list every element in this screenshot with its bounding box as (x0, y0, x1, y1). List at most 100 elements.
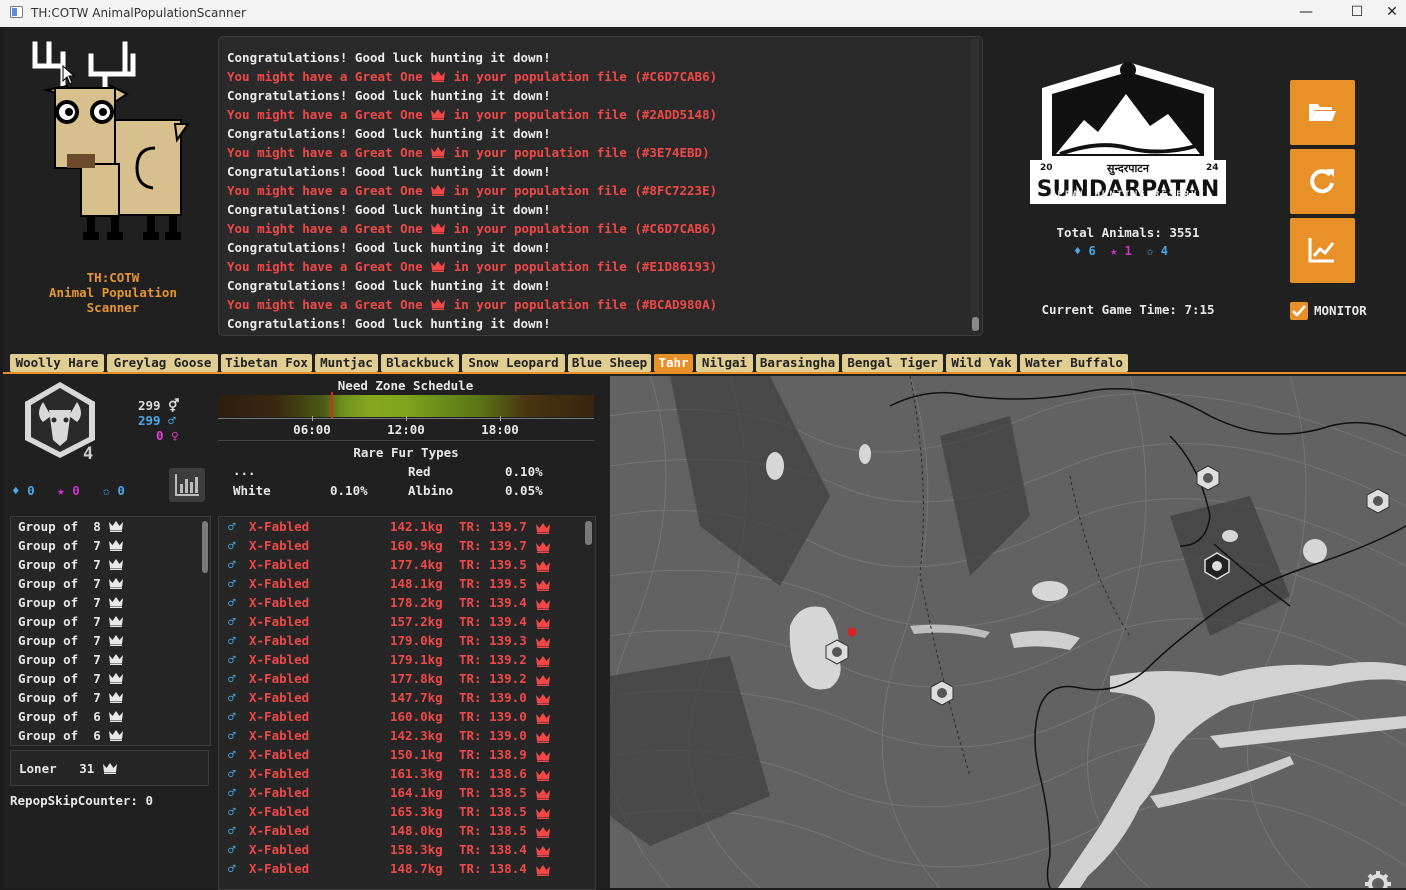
tab-wild-yak[interactable]: Wild Yak (946, 354, 1017, 372)
animal-row[interactable]: ♂ X-Fabled 148.7kg TR: 138.4 (219, 859, 595, 878)
log-console[interactable]: Congratulations! Good luck hunting it do… (218, 36, 983, 336)
log-scrollbar[interactable] (971, 39, 979, 331)
group-row[interactable]: Group of 7 (11, 574, 210, 593)
animal-row[interactable]: ♂ X-Fabled 142.1kg TR: 139.7 (219, 517, 595, 536)
animal-row[interactable]: ♂ X-Fabled 161.3kg TR: 138.6 (219, 764, 595, 783)
animal-row[interactable]: ♂ X-Fabled 165.3kg TR: 138.5 (219, 802, 595, 821)
log-text: in your population file (#8FC7223E) (453, 183, 718, 198)
animal-rating: X-Fabled (249, 709, 310, 724)
tab-bengal-tiger[interactable]: Bengal Tiger (842, 354, 943, 372)
reserve-map[interactable] (610, 376, 1406, 888)
animal-row[interactable]: ♂ X-Fabled 150.1kg TR: 138.9 (219, 745, 595, 764)
group-row[interactable]: Group of 6 (11, 707, 210, 726)
tab-water-buffalo[interactable]: Water Buffalo (1020, 354, 1128, 372)
check-icon (1292, 305, 1306, 317)
crown-icon (536, 618, 550, 629)
male-icon: ♂ (228, 538, 236, 553)
tab-blackbuck[interactable]: Blackbuck (381, 354, 459, 372)
animal-row[interactable]: ♂ X-Fabled 148.0kg TR: 138.5 (219, 821, 595, 840)
animal-row[interactable]: ♂ X-Fabled 177.8kg TR: 139.2 (219, 669, 595, 688)
stats-button[interactable] (1290, 218, 1355, 283)
animal-weight: 164.1kg (390, 785, 443, 800)
group-row[interactable]: Group of 7 (11, 650, 210, 669)
animal-weight: 178.2kg (390, 595, 443, 610)
loner-row[interactable]: Loner 31 (10, 750, 209, 786)
animal-row[interactable]: ♂ X-Fabled 160.9kg TR: 139.7 (219, 536, 595, 555)
tahr-marker-icon[interactable] (930, 680, 954, 706)
reload-button[interactable] (1290, 149, 1355, 214)
group-row[interactable]: Group of 6 (11, 726, 210, 745)
animal-trophy-rating: TR: 139.2 (459, 652, 527, 667)
animal-scrollbar[interactable] (585, 519, 592, 887)
animal-trophy-rating: TR: 138.9 (459, 747, 527, 762)
crown-icon (536, 808, 550, 819)
tahr-marker-icon[interactable] (825, 639, 849, 665)
total-animals: Total Animals: 3551 (1056, 225, 1200, 240)
species-stats-button[interactable] (169, 468, 205, 502)
animal-row[interactable]: ♂ X-Fabled 177.4kg TR: 139.5 (219, 555, 595, 574)
tahr-marker-icon[interactable] (1204, 552, 1230, 580)
species-total: 299 ⚥ (138, 398, 179, 413)
animal-trophy-rating: TR: 139.7 (459, 538, 527, 553)
rare-fur-name: White (233, 483, 271, 498)
tab-divider (3, 372, 1406, 374)
tab-tibetan-fox[interactable]: Tibetan Fox (221, 354, 312, 372)
tab-blue-sheep[interactable]: Blue Sheep (568, 354, 651, 372)
repop-skip-counter: RepopSkipCounter: 0 (10, 793, 153, 808)
group-row[interactable]: Group of 7 (11, 612, 210, 631)
log-text: in your population file (#E1D86193) (453, 259, 718, 274)
animal-row[interactable]: ♂ X-Fabled 147.7kg TR: 139.0 (219, 688, 595, 707)
tab-woolly-hare[interactable]: Woolly Hare (10, 354, 104, 372)
group-size: 7 (93, 690, 101, 705)
tahr-marker-icon[interactable] (1196, 465, 1220, 491)
close-button[interactable]: ✕ (1378, 0, 1406, 27)
crown-icon (109, 635, 124, 646)
great-one-star-icon: ✩ (102, 483, 110, 498)
group-size: 7 (93, 671, 101, 686)
animal-row[interactable]: ♂ X-Fabled 179.1kg TR: 139.2 (219, 650, 595, 669)
animal-row[interactable]: ♂ X-Fabled 148.1kg TR: 139.5 (219, 574, 595, 593)
animal-weight: 148.1kg (390, 576, 443, 591)
group-row[interactable]: Group of 7 (11, 669, 210, 688)
animal-trophy-rating: TR: 139.4 (459, 595, 527, 610)
group-row[interactable]: Group of 7 (11, 555, 210, 574)
tab-greylag-goose[interactable]: Greylag Goose (107, 354, 218, 372)
open-file-button[interactable] (1290, 80, 1355, 145)
gear-icon[interactable] (1364, 870, 1392, 888)
animal-row[interactable]: ♂ X-Fabled 178.2kg TR: 139.4 (219, 593, 595, 612)
rare-fur-more[interactable]: ... (233, 463, 256, 478)
rare-star-icon: ★ (57, 483, 65, 498)
tab-barasingha[interactable]: Barasingha (756, 354, 839, 372)
group-row[interactable]: Group of 7 (11, 593, 210, 612)
group-list[interactable]: Group of 8 Group of 7 Group of 7 Group o… (10, 516, 211, 746)
tahr-marker-icon[interactable] (1366, 488, 1390, 514)
animal-row[interactable]: ♂ X-Fabled 157.2kg TR: 139.4 (219, 612, 595, 631)
maximize-button[interactable]: ☐ (1334, 0, 1380, 27)
current-time-marker (330, 392, 333, 418)
monitor-checkbox[interactable]: MONITOR (1290, 302, 1367, 320)
minimize-button[interactable]: — (1283, 0, 1329, 27)
animal-row[interactable]: ♂ X-Fabled 164.1kg TR: 138.5 (219, 783, 595, 802)
male-icon: ♂ (228, 709, 236, 724)
animal-row[interactable]: ♂ X-Fabled 179.0kg TR: 139.3 (219, 631, 595, 650)
animal-trophy-rating: TR: 138.6 (459, 766, 527, 781)
group-row[interactable]: Group of 7 (11, 631, 210, 650)
tab-tahr[interactable]: Tahr (654, 354, 693, 372)
tab-snow-leopard[interactable]: Snow Leopard (462, 354, 565, 372)
crown-icon (109, 673, 124, 684)
group-label: Group of (18, 614, 79, 629)
animal-rating: X-Fabled (249, 842, 310, 857)
group-scrollbar[interactable] (202, 519, 208, 743)
group-row[interactable]: Group of 7 (11, 688, 210, 707)
group-row[interactable]: Group of 8 (11, 517, 210, 536)
axis-tick-label: 18:00 (481, 422, 519, 437)
group-row[interactable]: Group of 7 (11, 536, 210, 555)
tab-nilgai[interactable]: Nilgai (696, 354, 753, 372)
animal-row[interactable]: ♂ X-Fabled 160.0kg TR: 139.0 (219, 707, 595, 726)
tab-muntjac[interactable]: Muntjac (315, 354, 378, 372)
animal-rating: X-Fabled (249, 747, 310, 762)
animal-list[interactable]: ♂ X-Fabled 142.1kg TR: 139.7 ♂ X-Fabled 160.9k… (218, 516, 596, 890)
animal-row[interactable]: ♂ X-Fabled 142.3kg TR: 139.0 (219, 726, 595, 745)
animal-row[interactable]: ♂ X-Fabled 158.3kg TR: 138.4 (219, 840, 595, 859)
crown-icon (102, 763, 117, 774)
